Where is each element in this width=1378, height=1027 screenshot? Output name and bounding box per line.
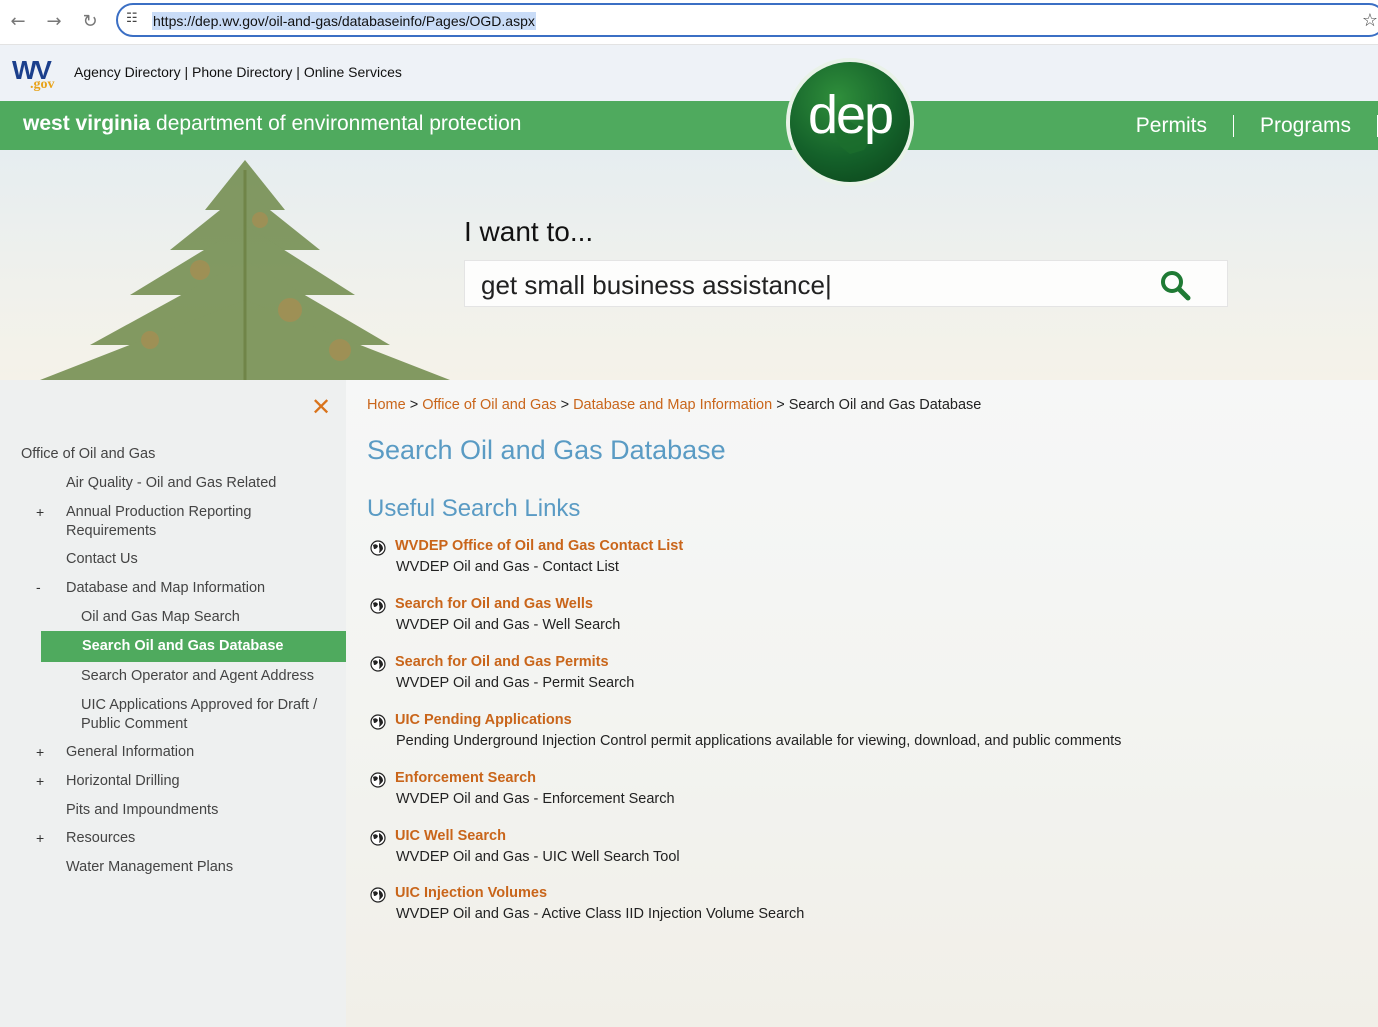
online-services-link[interactable]: Online Services [304, 64, 402, 80]
expand-toggle-resources[interactable]: + [36, 830, 44, 846]
left-sidebar: ✕ Office of Oil and Gas Air Quality - Oi… [0, 380, 346, 1027]
breadcrumb-home[interactable]: Home [367, 397, 406, 413]
search-icon[interactable] [1159, 269, 1191, 301]
expand-toggle-annual-production[interactable]: + [36, 504, 44, 520]
search-input-value[interactable]: get small business assistance| [481, 270, 832, 301]
back-arrow-icon[interactable]: ← [5, 9, 31, 35]
sidebar-item-water-management[interactable]: Water Management Plans [66, 858, 233, 877]
site-search-input[interactable]: get small business assistance| [464, 260, 1228, 307]
search-link-description: WVDEP Oil and Gas - UIC Well Search Tool [396, 849, 680, 865]
main-nav: Permits Programs [1110, 101, 1378, 150]
url-text[interactable]: https://dep.wv.gov/oil-and-gas/databasei… [152, 12, 536, 30]
breadcrumb-office-oil-gas[interactable]: Office of Oil and Gas [422, 397, 556, 413]
sidebar-item-uic-applications[interactable]: UIC Applications Approved for Draft / Pu… [81, 696, 326, 734]
nav-programs[interactable]: Programs [1234, 114, 1378, 137]
search-link-description: WVDEP Oil and Gas - Contact List [396, 559, 619, 575]
globe-icon [370, 830, 386, 846]
globe-icon [370, 598, 386, 614]
bookmark-star-icon[interactable]: ☆ [1362, 10, 1378, 31]
utility-links: Agency Directory | Phone Directory | Onl… [74, 64, 402, 80]
globe-icon [370, 772, 386, 788]
page-title: Search Oil and Gas Database [367, 435, 726, 465]
search-link-description: Pending Underground Injection Control pe… [396, 733, 1122, 749]
search-link-title[interactable]: Enforcement Search [395, 770, 536, 786]
globe-icon [370, 540, 386, 556]
breadcrumb: Home > Office of Oil and Gas > Database … [367, 397, 982, 413]
sidebar-item-pits-impoundments[interactable]: Pits and Impoundments [66, 801, 218, 820]
main-content: Home > Office of Oil and Gas > Database … [346, 380, 1378, 1027]
dep-logo[interactable]: dep [790, 62, 910, 182]
forward-arrow-icon[interactable]: → [41, 9, 67, 35]
agency-directory-link[interactable]: Agency Directory [74, 64, 181, 80]
sidebar-item-resources[interactable]: Resources [66, 829, 135, 848]
globe-icon [370, 656, 386, 672]
search-link-title[interactable]: WVDEP Office of Oil and Gas Contact List [395, 538, 683, 554]
sidebar-item-database-map[interactable]: Database and Map Information [66, 579, 265, 598]
agency-banner: west virginia department of environmenta… [0, 101, 1378, 150]
expand-toggle-general-information[interactable]: + [36, 744, 44, 760]
globe-icon [370, 714, 386, 730]
address-bar[interactable]: ☷ https://dep.wv.gov/oil-and-gas/databas… [116, 3, 1378, 37]
search-link-description: WVDEP Oil and Gas - Permit Search [396, 675, 635, 691]
hero-section: I want to... get small business assistan… [0, 150, 1378, 380]
breadcrumb-current: Search Oil and Gas Database [788, 397, 982, 413]
i-want-to-label: I want to... [464, 216, 594, 247]
search-link-title[interactable]: UIC Pending Applications [395, 712, 572, 728]
sidebar-item-general-information[interactable]: General Information [66, 743, 194, 762]
search-link-title[interactable]: Search for Oil and Gas Permits [395, 654, 609, 670]
site-settings-icon[interactable]: ☷ [126, 11, 142, 27]
search-link-description: WVDEP Oil and Gas - Active Class IID Inj… [396, 906, 805, 922]
sidebar-item-horizontal-drilling[interactable]: Horizontal Drilling [66, 772, 180, 791]
sidebar-item-office-of-oil-and-gas[interactable]: Office of Oil and Gas [21, 445, 155, 464]
phone-directory-link[interactable]: Phone Directory [192, 64, 292, 80]
sidebar-item-operator-address[interactable]: Search Operator and Agent Address [81, 667, 314, 686]
search-link-description: WVDEP Oil and Gas - Enforcement Search [396, 791, 675, 807]
nav-permits[interactable]: Permits [1110, 114, 1234, 137]
utility-strip: WV .gov Agency Directory | Phone Directo… [0, 45, 1378, 101]
sidebar-item-contact-us[interactable]: Contact Us [66, 550, 138, 569]
breadcrumb-database-map[interactable]: Database and Map Information [573, 397, 772, 413]
pine-tree-image [40, 160, 450, 380]
sidebar-item-air-quality[interactable]: Air Quality - Oil and Gas Related [66, 474, 276, 493]
search-link-title[interactable]: Search for Oil and Gas Wells [395, 596, 593, 612]
section-title: Useful Search Links [367, 495, 581, 522]
browser-toolbar: ← → ↻ ☷ https://dep.wv.gov/oil-and-gas/d… [0, 0, 1378, 45]
wv-gov-logo[interactable]: WV .gov [12, 55, 62, 93]
sidebar-item-map-search[interactable]: Oil and Gas Map Search [81, 608, 240, 627]
reload-icon[interactable]: ↻ [77, 9, 103, 35]
globe-icon [370, 887, 386, 903]
search-link-title[interactable]: UIC Injection Volumes [395, 885, 547, 901]
collapse-toggle-database-map[interactable]: - [36, 579, 41, 595]
agency-name[interactable]: west virginia department of environmenta… [23, 112, 521, 136]
expand-toggle-horizontal-drilling[interactable]: + [36, 773, 44, 789]
sidebar-item-annual-production[interactable]: Annual Production Reporting Requirements [66, 503, 286, 541]
search-link-title[interactable]: UIC Well Search [395, 828, 506, 844]
sidebar-item-search-database-active[interactable]: Search Oil and Gas Database [41, 631, 346, 662]
close-icon[interactable]: ✕ [310, 395, 332, 419]
search-link-description: WVDEP Oil and Gas - Well Search [396, 617, 621, 633]
